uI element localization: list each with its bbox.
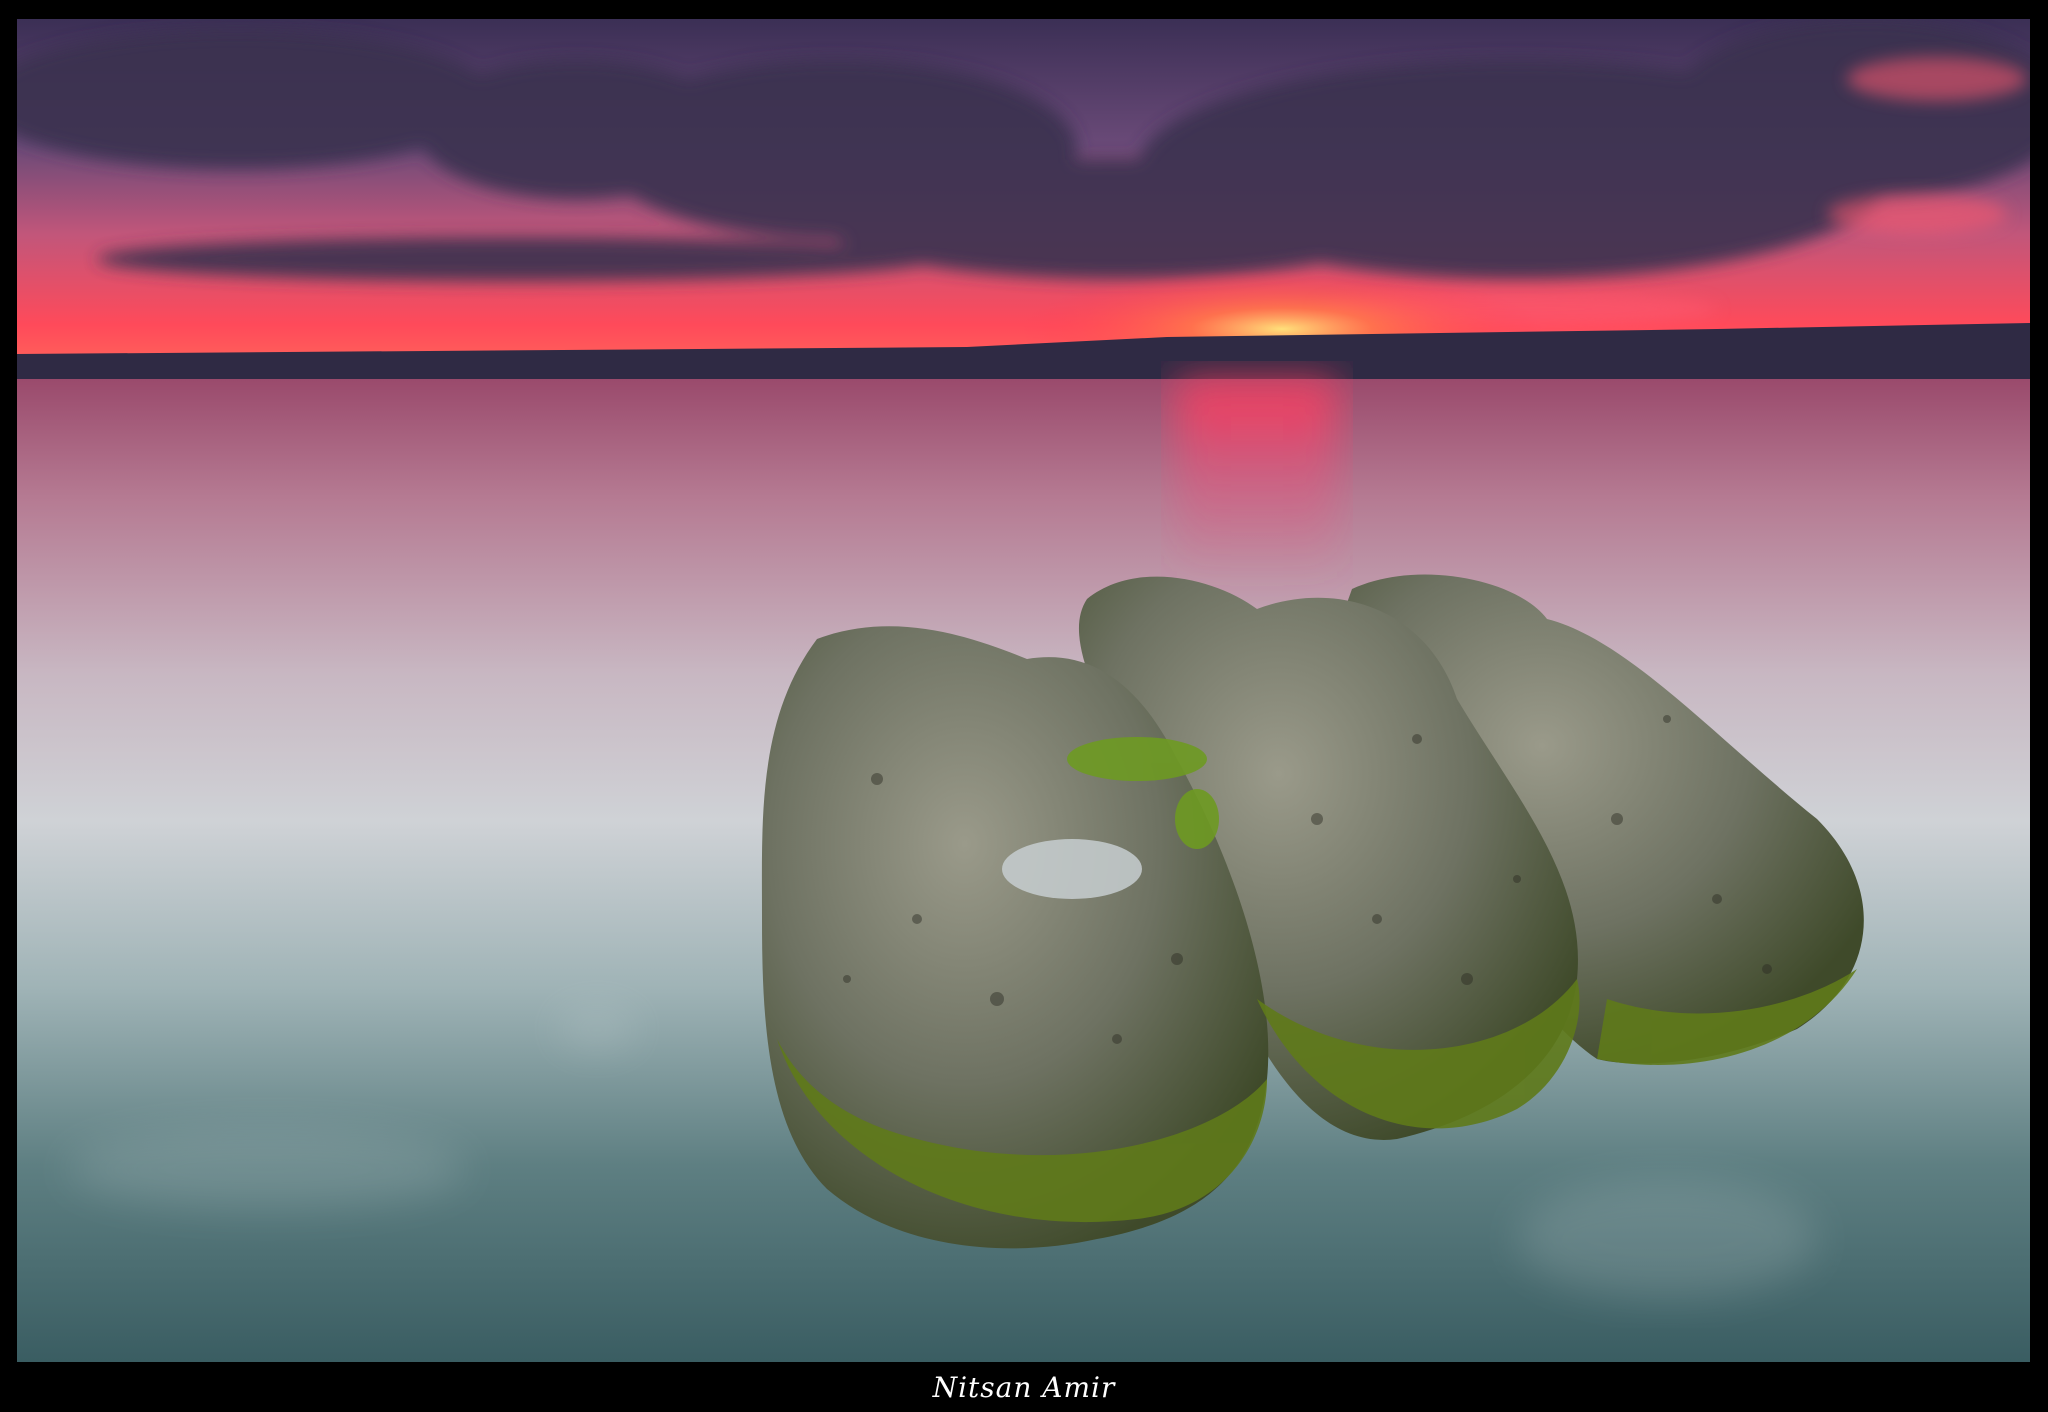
- rock-pool: [1002, 839, 1142, 899]
- sun-reflection: [1177, 381, 1337, 581]
- landscape-photo: [17, 19, 2030, 1362]
- photographer-signature: Nitsan Amir: [932, 1371, 1116, 1404]
- black-frame: Nitsan Amir: [0, 0, 2048, 1412]
- photo-canvas: [17, 19, 2030, 1362]
